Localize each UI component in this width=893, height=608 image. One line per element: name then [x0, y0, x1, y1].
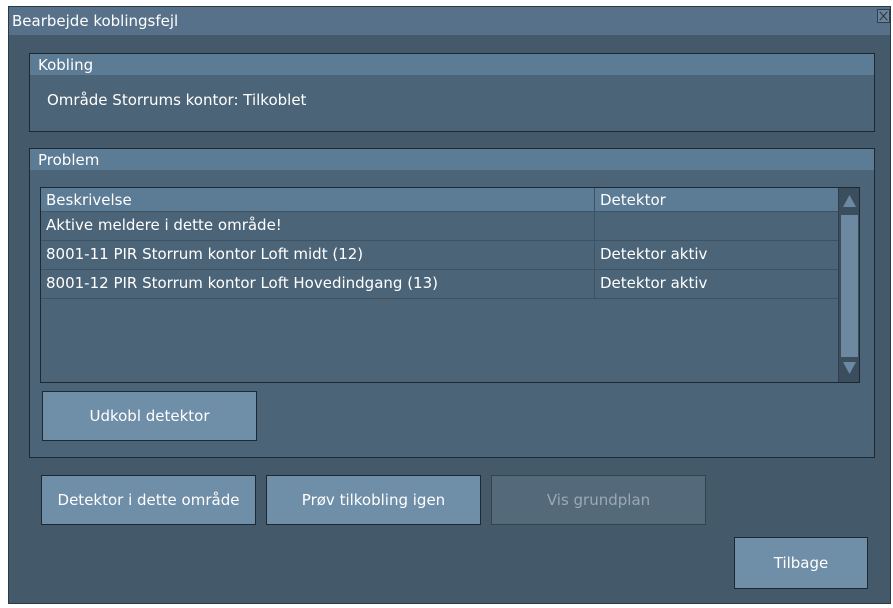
row-description: 8001-12 PIR Storrum kontor Loft Hovedind…	[46, 274, 438, 292]
scroll-up-arrow[interactable]	[841, 192, 858, 210]
problem-header-label: Problem	[38, 151, 100, 169]
row-description: Aktive meldere i dette område!	[46, 216, 282, 234]
dialog-window: Bearbejde koblingsfejl Kobling Område St…	[8, 6, 891, 604]
arrow-up-icon	[843, 195, 856, 207]
kobling-group: Kobling Område Storrums kontor: Tilkoble…	[29, 53, 875, 132]
kobling-header: Kobling	[30, 54, 874, 75]
row-detector: Detektor aktiv	[600, 245, 708, 263]
show-floorplan-button[interactable]: Vis grundplan	[491, 475, 706, 525]
table-row[interactable]: Aktive meldere i dette område!	[41, 212, 838, 241]
scroll-down-arrow[interactable]	[841, 359, 858, 377]
connection-status-text: Område Storrums kontor: Tilkoblet	[47, 91, 307, 109]
column-header-detektor[interactable]: Detektor	[600, 191, 666, 209]
retry-connection-button[interactable]: Prøv tilkobling igen	[266, 475, 481, 525]
disconnect-detector-button[interactable]: Udkobl detektor	[42, 391, 257, 441]
problem-table: Beskrivelse Detektor Aktive meldere i de…	[40, 187, 860, 383]
window-title: Bearbejde koblingsfejl	[12, 12, 179, 30]
scroll-thumb[interactable]	[841, 215, 858, 357]
table-row[interactable]: 8001-12 PIR Storrum kontor Loft Hovedind…	[41, 270, 838, 299]
table-header: Beskrivelse Detektor	[41, 188, 838, 212]
back-button[interactable]: Tilbage	[734, 537, 868, 589]
column-header-beskrivelse[interactable]: Beskrivelse	[46, 191, 132, 209]
arrow-down-icon	[843, 362, 856, 374]
vertical-scrollbar[interactable]	[838, 188, 859, 382]
detectors-in-area-button[interactable]: Detektor i dette område	[41, 475, 256, 525]
table-row[interactable]: 8001-11 PIR Storrum kontor Loft midt (12…	[41, 241, 838, 270]
row-detector: Detektor aktiv	[600, 274, 708, 292]
problem-group: Problem Beskrivelse Detektor Aktive meld…	[29, 148, 875, 458]
kobling-header-label: Kobling	[38, 56, 94, 74]
row-description: 8001-11 PIR Storrum kontor Loft midt (12…	[46, 245, 364, 263]
title-bar[interactable]: Bearbejde koblingsfejl	[9, 7, 890, 35]
close-icon	[879, 11, 888, 21]
close-button[interactable]	[877, 9, 890, 23]
problem-header: Problem	[30, 149, 874, 170]
